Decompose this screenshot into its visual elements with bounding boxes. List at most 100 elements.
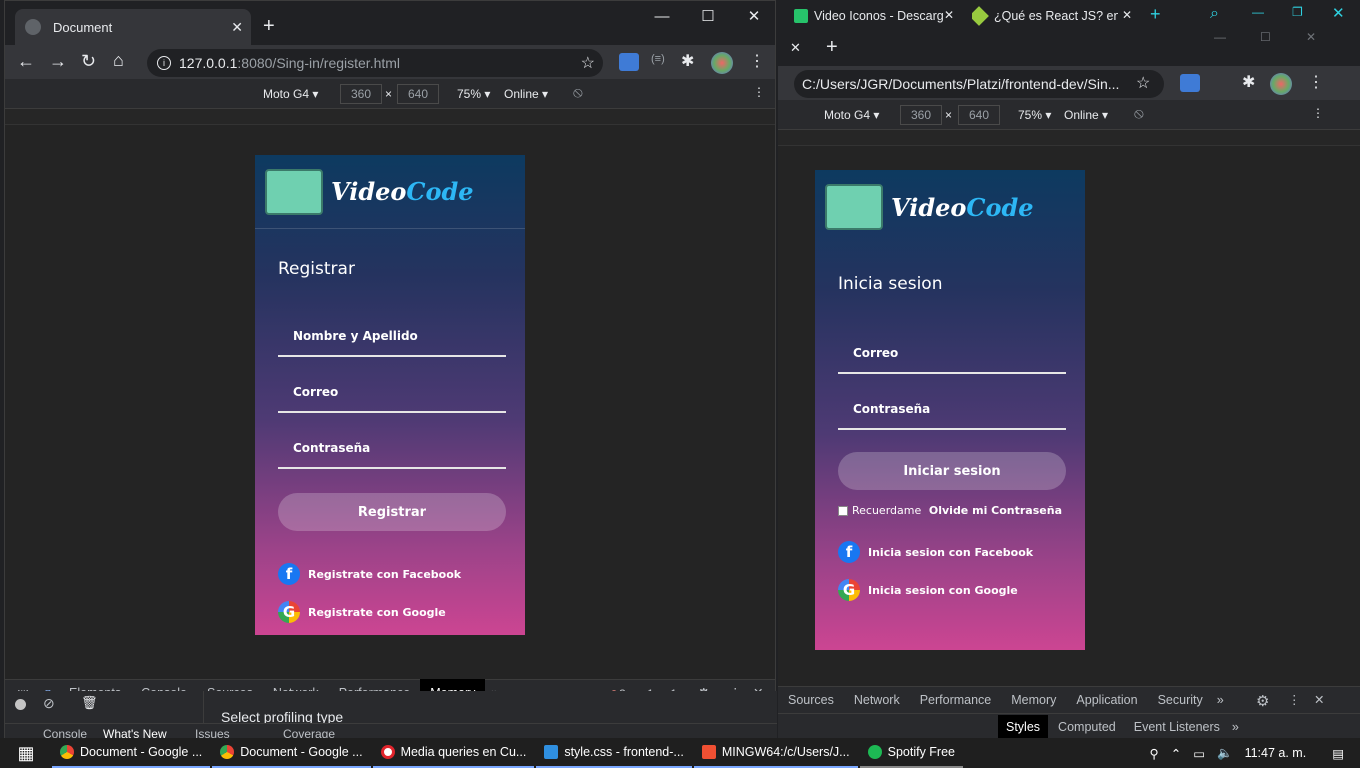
taskbar-item-opera[interactable]: Media queries en Cu... (372, 738, 535, 768)
taskbar-item-spotify[interactable]: Spotify Free (859, 738, 963, 768)
clear-icon[interactable]: ⊘ (43, 695, 55, 712)
zoom-select[interactable]: 75% ▾ (1018, 108, 1051, 122)
volume-icon[interactable]: 🔈 (1217, 746, 1233, 761)
checkbox-icon[interactable] (838, 505, 848, 516)
network-icon[interactable]: ▭ (1193, 746, 1205, 761)
name-field[interactable]: Nombre y Apellido (278, 329, 506, 357)
height-input[interactable]: 640 (958, 105, 1000, 125)
search-icon[interactable]: ⌕ (1210, 5, 1219, 23)
register-button[interactable]: Registrar (278, 493, 506, 531)
maximize-icon[interactable]: ☐ (685, 1, 731, 31)
rotate-icon[interactable]: ⦸ (1134, 105, 1144, 122)
close-window-icon[interactable]: ✕ (731, 1, 777, 31)
devtools-menu-icon[interactable]: ⋮ (1288, 692, 1301, 707)
taskbar-item-chrome-2[interactable]: Document - Google ... (212, 738, 371, 768)
menu-dots-icon[interactable]: ⋮ (1308, 72, 1324, 92)
devtools-tab-performance[interactable]: Performance (910, 686, 1002, 714)
subtab-styles[interactable]: Styles (998, 715, 1049, 739)
forgot-password-link[interactable]: Olvide mi Contraseña (929, 504, 1062, 517)
google-login-link[interactable]: G Inicia sesion con Google (838, 579, 1085, 601)
browser-window-left: Document ✕ + — ☐ ✕ ← → ↻ ⌂ i 127.0.0.1:8… (4, 0, 777, 741)
reload-icon[interactable]: ↻ (81, 51, 96, 72)
screen-share-icon[interactable] (1180, 74, 1200, 92)
more-subtabs-icon[interactable]: » (1232, 720, 1239, 734)
taskbar-item-vscode[interactable]: style.css - frontend-... (536, 738, 692, 768)
password-field[interactable]: Contraseña (278, 441, 506, 469)
close-window-icon[interactable]: ✕ (1332, 4, 1345, 22)
avatar[interactable] (711, 52, 733, 74)
width-input[interactable]: 360 (340, 84, 382, 104)
puzzle-icon[interactable]: ✱ (681, 51, 694, 71)
people-icon[interactable]: ⚲ (1150, 746, 1159, 761)
forward-icon[interactable]: → (49, 51, 67, 72)
device-menu-icon[interactable]: ⋮ (1312, 106, 1324, 120)
taskbar-item-git-bash[interactable]: MINGW64:/c/Users/J... (693, 738, 858, 768)
bookmark-star-icon[interactable]: ☆ (581, 53, 595, 73)
address-bar-right[interactable]: C:/Users/JGR/Documents/Platzi/frontend-d… (794, 70, 1164, 98)
bookmark-star-icon[interactable]: ☆ (1136, 73, 1150, 93)
minimize-icon[interactable]: — (1252, 5, 1264, 19)
google-register-link[interactable]: G Registrate con Google (278, 601, 525, 623)
screen-share-icon[interactable] (619, 53, 639, 71)
extension-icon[interactable]: (≡) (651, 53, 665, 65)
height-input[interactable]: 640 (397, 84, 439, 104)
avatar[interactable] (1270, 73, 1292, 95)
record-icon[interactable] (15, 699, 26, 710)
device-select[interactable]: Moto G4 ▾ (824, 108, 879, 122)
devtools-close-icon[interactable]: ✕ (1314, 692, 1324, 707)
device-menu-icon[interactable]: ⋮ (753, 85, 765, 99)
rotate-icon[interactable]: ⦸ (573, 84, 583, 101)
facebook-login-link[interactable]: f Inicia sesion con Facebook (838, 541, 1085, 563)
new-tab-icon[interactable]: + (826, 36, 838, 59)
back-icon[interactable]: ← (17, 51, 35, 72)
network-select[interactable]: Online ▾ (1064, 108, 1108, 122)
clock[interactable]: 11:47 a. m. (1245, 746, 1307, 760)
restore-icon[interactable]: ❐ (1292, 5, 1303, 19)
devtools-tab-network[interactable]: Network (844, 686, 910, 714)
tab-react[interactable]: ¿Qué es React JS? en C (972, 4, 1118, 28)
more-tabs-icon[interactable]: » (1217, 693, 1224, 707)
email-field[interactable]: Correo (838, 346, 1066, 374)
puzzle-icon[interactable]: ✱ (1242, 72, 1255, 92)
close-tab-icon[interactable]: ✕ (231, 19, 243, 36)
taskbar-item-chrome-1[interactable]: Document - Google ... (52, 738, 211, 768)
close-tab-icon[interactable]: ✕ (790, 40, 801, 56)
minimize-icon[interactable]: — (1214, 30, 1226, 44)
device-select[interactable]: Moto G4 ▾ (263, 87, 318, 101)
zoom-select[interactable]: 75% ▾ (457, 87, 490, 101)
task-view-icon[interactable]: ▦ (0, 743, 52, 764)
subtab-computed[interactable]: Computed (1048, 715, 1126, 739)
network-select[interactable]: Online ▾ (504, 87, 548, 101)
devtools-tab-memory[interactable]: Memory (1001, 686, 1066, 714)
chevron-up-icon[interactable]: ⌃ (1171, 746, 1181, 761)
address-bar[interactable]: i 127.0.0.1:8080/Sing-in/register.html ☆ (147, 49, 603, 77)
devtools-tab-security[interactable]: Security (1148, 686, 1213, 714)
trash-icon[interactable]: 🗑 (81, 695, 98, 711)
menu-dots-icon[interactable]: ⋮ (749, 51, 765, 71)
tab-document[interactable]: Document ✕ (15, 9, 251, 45)
email-field[interactable]: Correo (278, 385, 506, 413)
notification-icon[interactable]: ▤ (1332, 746, 1344, 761)
maximize-icon[interactable]: ☐ (1260, 30, 1271, 44)
subtab-event-listeners[interactable]: Event Listeners (1126, 715, 1228, 739)
devtools-tab-sources[interactable]: Sources (778, 686, 844, 714)
media-query-bar[interactable] (778, 130, 1360, 146)
minimize-icon[interactable]: — (639, 1, 685, 31)
login-button[interactable]: Iniciar sesion (838, 452, 1066, 490)
remember-checkbox[interactable]: Recuerdame (838, 504, 921, 517)
home-icon[interactable]: ⌂ (113, 50, 124, 71)
close-tab-icon[interactable]: ✕ (944, 8, 954, 22)
viewport-right: VideoCode Inicia sesion Correo Contraseñ… (778, 146, 1360, 686)
close-window-icon[interactable]: ✕ (1306, 30, 1316, 44)
tab-video-iconos[interactable]: Video Iconos - Descarg (794, 4, 966, 28)
close-tab-icon[interactable]: ✕ (1122, 8, 1132, 22)
settings-gear-icon[interactable]: ⚙ (1256, 692, 1269, 710)
tab-title: Video Iconos - Descarg (814, 9, 944, 23)
media-query-bar[interactable] (5, 109, 775, 125)
password-field[interactable]: Contraseña (838, 402, 1066, 430)
devtools-tab-application[interactable]: Application (1066, 686, 1147, 714)
new-tab-icon[interactable]: + (263, 15, 275, 38)
new-tab-icon[interactable]: + (1150, 4, 1161, 25)
facebook-register-link[interactable]: f Registrate con Facebook (278, 563, 525, 585)
width-input[interactable]: 360 (900, 105, 942, 125)
